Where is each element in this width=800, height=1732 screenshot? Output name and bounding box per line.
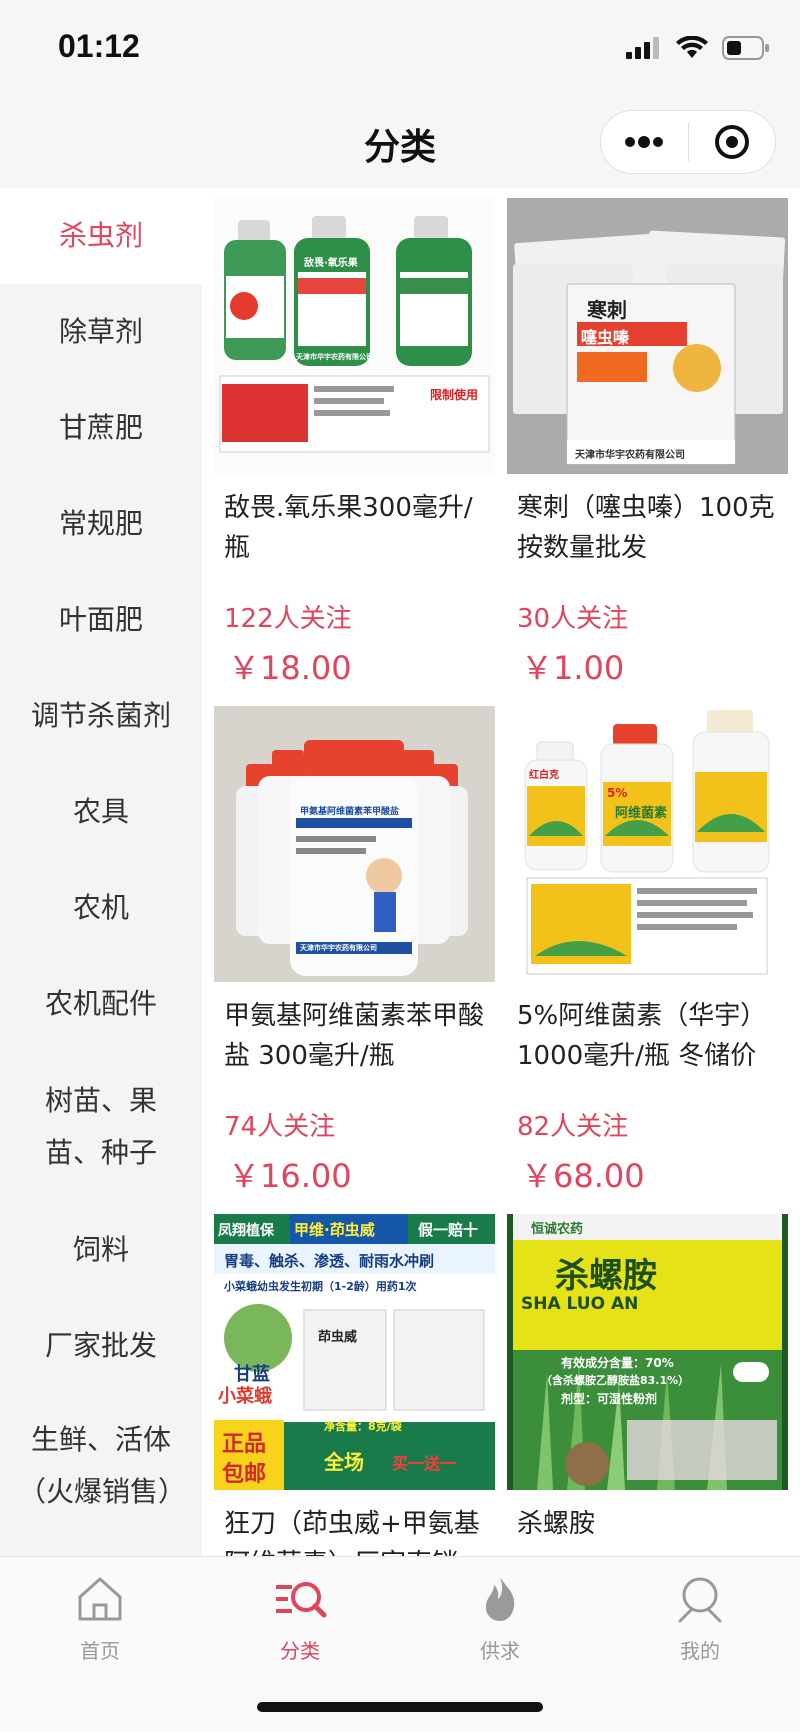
product-label: 5% <box>607 786 628 800</box>
product-title: 杀螺胺 <box>517 1509 596 1539</box>
wifi-icon <box>676 36 708 58</box>
product-label: 杀螺胺 <box>555 1256 657 1296</box>
home-icon <box>78 1577 122 1621</box>
product-image: 红白克 阿维菌素 5% <box>507 706 788 982</box>
sidebar-item-insecticide[interactable]: 杀虫剂 <box>0 188 202 284</box>
product-followers: 122人关注 <box>224 604 352 634</box>
sidebar-item-fresh-produce[interactable]: 生鲜、活体（火爆销售） <box>0 1394 202 1554</box>
home-indicator <box>257 1702 543 1712</box>
promo-text: 凤翔植保 <box>218 1223 274 1239</box>
product-image: 寒刺 噻虫嗪 天津市华宇农药有限公司 <box>507 198 788 474</box>
pesticide-bottles-image <box>214 706 495 982</box>
signal-icon <box>626 37 659 59</box>
product-label: 噻虫嗪 <box>581 328 630 347</box>
product-card[interactable]: 敌畏·氧乐果 限制使用 天津市华宇农药有限公司 敌畏.氧乐果300毫升/瓶 12… <box>214 198 495 706</box>
product-label: 天津市华宇农药有限公司 <box>296 353 373 361</box>
promo-text: 胃毒、触杀、渗透、耐雨水冲刷 <box>224 1252 435 1270</box>
product-label: （含杀螺胺乙醇胺盐83.1%） <box>541 1374 690 1387</box>
product-price: ￥16.00 <box>228 1157 352 1195</box>
status-bar: 01:12 <box>0 0 800 100</box>
product-image: 凤翔植保 甲维·茚虫威 假一赔十 胃毒、触杀、渗透、耐雨水冲刷 小菜蛾幼虫发生初… <box>214 1214 495 1490</box>
product-title: 狂刀（茚虫威+甲氨基阿维菌素）厂家直销 <box>224 1509 480 1556</box>
product-card[interactable]: 凤翔植保 甲维·茚虫威 假一赔十 胃毒、触杀、渗透、耐雨水冲刷 小菜蛾幼虫发生初… <box>214 1214 495 1556</box>
product-label: 剂型：可湿性粉剂 <box>561 1392 658 1406</box>
product-label: SHA LUO AN <box>521 1294 639 1314</box>
product-title: 甲氨基阿维菌素苯甲酸盐 300毫升/瓶 <box>224 1001 485 1071</box>
product-title: 敌畏.氧乐果300毫升/瓶 <box>224 493 473 563</box>
target-icon <box>714 125 749 159</box>
product-label: 天津市华宇农药有限公司 <box>575 450 685 461</box>
sidebar-item-feed[interactable]: 饲料 <box>0 1202 202 1298</box>
promo-text: 正品 <box>222 1432 267 1457</box>
pesticide-bottles-image <box>507 706 788 982</box>
product-label: 天津市华宇农药有限公司 <box>300 944 377 952</box>
product-card[interactable]: 红白克 阿维菌素 5% 5%阿维菌素（华宇）1000毫升/瓶 冬储价 82人关注… <box>507 706 788 1214</box>
promo-text: 小菜蛾幼虫发生初期（1-2龄）用药1次 <box>224 1280 417 1293</box>
product-card[interactable]: 甲氨基阿维菌素苯甲酸盐 天津市华宇农药有限公司 甲氨基阿维菌素苯甲酸盐 300毫… <box>214 706 495 1214</box>
promo-text: 小菜蛾 <box>218 1386 272 1407</box>
product-label: 阿维菌素 <box>615 806 668 821</box>
pesticide-bottles-image <box>214 198 495 474</box>
sidebar-item-regular-fertilizer[interactable]: 常规肥 <box>0 476 202 572</box>
category-search-icon <box>276 1582 327 1618</box>
status-time: 01:12 <box>58 28 140 64</box>
product-label: 有效成分含量：70% <box>561 1356 674 1370</box>
product-title: 寒刺（噻虫嗪）100克 按数量批发 <box>517 493 775 563</box>
promo-text: 净含量：8克/袋 <box>324 1420 402 1433</box>
mini-program-capsule <box>600 110 776 174</box>
product-followers: 74人关注 <box>224 1112 336 1142</box>
product-label: 限制使用 <box>430 388 479 402</box>
product-list: 敌畏·氧乐果 限制使用 天津市华宇农药有限公司 敌畏.氧乐果300毫升/瓶 12… <box>202 188 800 1556</box>
sidebar-item-farm-machinery[interactable]: 农机 <box>0 860 202 956</box>
product-price: ￥68.00 <box>521 1157 645 1195</box>
product-card[interactable]: 寒刺 噻虫嗪 天津市华宇农药有限公司 寒刺（噻虫嗪）100克 按数量批发 30人… <box>507 198 788 706</box>
pesticide-sachets-image <box>507 198 788 474</box>
category-sidebar: 杀虫剂 除草剂 甘蔗肥 常规肥 叶面肥 调节杀菌剂 农具 农机 农机配件 树苗、… <box>0 188 202 1556</box>
sidebar-item-wholesale[interactable]: 厂家批发 <box>0 1298 202 1394</box>
promo-text: 假一赔十 <box>418 1221 479 1239</box>
promo-text: 买一送一 <box>392 1454 457 1473</box>
sidebar-item-fungicide[interactable]: 调节杀菌剂 <box>0 668 202 764</box>
promo-text: 茚虫威 <box>318 1330 358 1345</box>
promo-text: 全场 <box>324 1450 364 1474</box>
product-price: ￥1.00 <box>521 649 625 687</box>
sidebar-item-seedlings[interactable]: 树苗、果苗、种子 <box>0 1052 202 1202</box>
status-icons <box>626 36 770 60</box>
product-label: 敌畏·氧乐果 <box>304 258 358 269</box>
product-followers: 82人关注 <box>517 1112 629 1142</box>
product-label: 寒刺 <box>587 298 627 322</box>
promo-text: 甲维·茚虫威 <box>294 1221 375 1239</box>
product-followers: 30人关注 <box>517 604 629 634</box>
product-image: 恒诚农药 杀螺胺 SHA LUO AN 有效成分含量：70% （含杀螺胺乙醇胺盐… <box>507 1214 788 1490</box>
product-image: 敌畏·氧乐果 限制使用 天津市华宇农药有限公司 <box>214 198 495 474</box>
nav-bar: 分类 <box>0 100 800 188</box>
battery-icon <box>722 36 769 60</box>
product-label: 红白克 <box>529 770 559 781</box>
flame-icon <box>485 1577 515 1621</box>
more-button[interactable] <box>601 110 688 174</box>
product-label: 甲氨基阿维菌素苯甲酸盐 <box>300 807 400 817</box>
product-price: ￥18.00 <box>228 649 352 687</box>
product-label: 恒诚农药 <box>531 1222 584 1237</box>
tab-profile[interactable]: 我的 <box>600 1571 800 1664</box>
product-title: 5%阿维菌素（华宇）1000毫升/瓶 冬储价 <box>517 1001 767 1071</box>
sidebar-item-herbicide[interactable]: 除草剂 <box>0 284 202 380</box>
sidebar-item-sugarcane-fertilizer[interactable]: 甘蔗肥 <box>0 380 202 476</box>
tab-category[interactable]: 分类 <box>200 1571 400 1664</box>
profile-icon <box>678 1577 722 1623</box>
tab-home[interactable]: 首页 <box>0 1571 200 1664</box>
product-card[interactable]: 恒诚农药 杀螺胺 SHA LUO AN 有效成分含量：70% （含杀螺胺乙醇胺盐… <box>507 1214 788 1556</box>
product-image: 甲氨基阿维菌素苯甲酸盐 天津市华宇农药有限公司 <box>214 706 495 982</box>
sidebar-item-foliar-fertilizer[interactable]: 叶面肥 <box>0 572 202 668</box>
sidebar-item-farm-tools[interactable]: 农具 <box>0 764 202 860</box>
sidebar-item-machinery-parts[interactable]: 农机配件 <box>0 956 202 1052</box>
more-dots-icon <box>625 136 664 148</box>
promo-text: 包邮 <box>222 1462 267 1487</box>
tab-supply-demand[interactable]: 供求 <box>400 1571 600 1664</box>
close-button[interactable] <box>689 110 776 174</box>
